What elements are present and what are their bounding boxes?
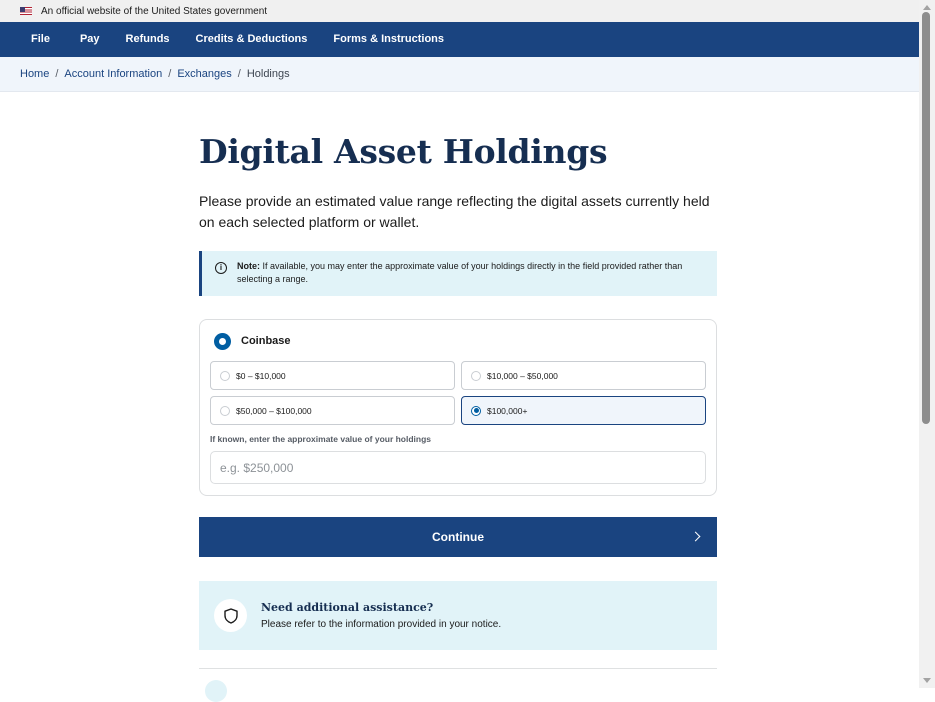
breadcrumb-current: Holdings: [246, 68, 290, 80]
page-title: Digital Asset Holdings: [199, 132, 608, 171]
assistance-text-group: Need additional assistance? Please refer…: [261, 601, 501, 630]
note-box: i Note: If available, you may enter the …: [199, 251, 717, 296]
radio-icon[interactable]: [220, 370, 230, 381]
note-body: If available, you may enter the approxim…: [237, 261, 683, 284]
platform-selected-radio[interactable]: [214, 332, 231, 350]
range-label: $50,000 – $100,000: [236, 405, 312, 416]
chevron-right-icon: [690, 531, 701, 542]
breadcrumb-separator: /: [168, 68, 172, 80]
radio-selected-icon[interactable]: [471, 405, 481, 416]
scrollbar[interactable]: [919, 0, 935, 688]
platform-card: Coinbase $0 – $10,000 $10,000 – $50,000 …: [199, 319, 717, 496]
breadcrumb-exchanges[interactable]: Exchanges: [177, 68, 231, 80]
nav-item-pay[interactable]: Pay: [67, 22, 113, 57]
continue-label: Continue: [432, 530, 484, 544]
radio-icon[interactable]: [220, 405, 230, 416]
shield-icon: [223, 607, 238, 624]
divider: [199, 668, 717, 669]
info-icon: i: [215, 262, 227, 274]
note-label: Note:: [237, 261, 260, 271]
nav-item-forms-instructions[interactable]: Forms & Instructions: [320, 22, 457, 57]
range-label: $100,000+: [487, 405, 528, 416]
continue-button[interactable]: Continue: [199, 517, 717, 557]
nav-item-refunds[interactable]: Refunds: [113, 22, 183, 57]
assistance-title: Need additional assistance?: [261, 601, 434, 614]
breadcrumb: Home / Account Information / Exchanges /…: [0, 68, 290, 80]
gov-banner-text: An official website of the United States…: [41, 5, 268, 17]
breadcrumb-separator: /: [55, 68, 59, 80]
nav-item-credits-deductions[interactable]: Credits & Deductions: [183, 22, 321, 57]
range-option-50k-100k[interactable]: $50,000 – $100,000: [210, 396, 455, 425]
main-content: Digital Asset Holdings Please provide an…: [199, 91, 717, 669]
top-nav: File Pay Refunds Credits & Deductions Fo…: [0, 22, 919, 58]
assistance-box: Need additional assistance? Please refer…: [199, 581, 717, 650]
scroll-down-icon[interactable]: [923, 678, 931, 683]
range-option-0-10k[interactable]: $0 – $10,000: [210, 361, 455, 390]
range-label: $0 – $10,000: [236, 370, 286, 381]
partial-icon-circle: [205, 680, 227, 702]
range-label: $10,000 – $50,000: [487, 370, 558, 381]
breadcrumb-account-information[interactable]: Account Information: [64, 68, 162, 80]
holdings-input[interactable]: [210, 451, 706, 484]
radio-icon[interactable]: [471, 370, 481, 381]
note-text: Note: If available, you may enter the ap…: [237, 260, 705, 286]
scroll-up-icon[interactable]: [923, 5, 931, 10]
range-option-100k-plus[interactable]: $100,000+: [461, 396, 706, 425]
range-options: $0 – $10,000 $10,000 – $50,000 $50,000 –…: [210, 361, 706, 425]
shield-icon-wrap: [214, 599, 247, 632]
gov-banner: An official website of the United States…: [0, 0, 919, 22]
platform-header[interactable]: Coinbase: [210, 331, 706, 351]
assistance-text: Please refer to the information provided…: [261, 619, 502, 630]
scrollbar-thumb[interactable]: [922, 12, 930, 424]
us-flag-icon: [20, 7, 32, 15]
holdings-label: If known, enter the approximate value of…: [210, 434, 432, 444]
breadcrumb-separator: /: [237, 68, 241, 80]
breadcrumb-home[interactable]: Home: [20, 68, 49, 80]
range-option-10k-50k[interactable]: $10,000 – $50,000: [461, 361, 706, 390]
breadcrumb-bar: Home / Account Information / Exchanges /…: [0, 57, 919, 92]
page-intro: Please provide an estimated value range …: [199, 193, 710, 230]
nav-item-file[interactable]: File: [0, 22, 67, 57]
platform-name: Coinbase: [241, 335, 291, 347]
